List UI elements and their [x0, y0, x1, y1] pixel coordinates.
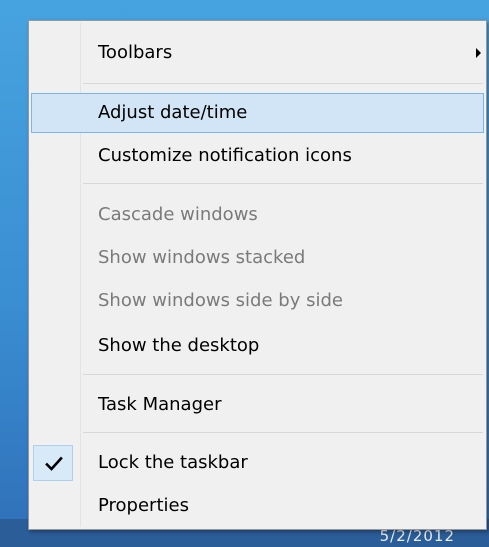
menu-item-show-the-desktop[interactable]: Show the desktop — [31, 326, 484, 366]
menu-item-label: Customize notification icons — [98, 145, 352, 166]
menu-item-adjust-date-time[interactable]: Adjust date/time — [31, 93, 484, 133]
submenu-arrow-icon — [476, 48, 481, 58]
menu-item-show-windows-stacked: Show windows stacked — [31, 238, 484, 278]
menu-item-toolbars[interactable]: Toolbars — [31, 33, 484, 73]
menu-item-label: Lock the taskbar — [98, 452, 248, 473]
menu-item-customize-notification-icons[interactable]: Customize notification icons — [31, 136, 484, 176]
menu-separator — [83, 83, 483, 84]
menu-item-properties[interactable]: Properties — [31, 486, 484, 526]
menu-item-label: Show windows stacked — [98, 247, 306, 268]
menu-separator — [83, 183, 483, 184]
menu-separator — [83, 374, 483, 375]
checkmark-box — [33, 445, 73, 481]
menu-item-cascade-windows: Cascade windows — [31, 195, 484, 235]
taskbar-context-menu: Toolbars Adjust date/time Customize noti… — [28, 20, 487, 530]
menu-item-label: Toolbars — [98, 42, 173, 63]
menu-item-label: Show windows side by side — [98, 290, 343, 311]
menu-item-label: Properties — [98, 495, 189, 516]
menu-item-label: Cascade windows — [98, 204, 258, 225]
checkmark-icon — [45, 456, 63, 471]
menu-item-show-windows-side-by-side: Show windows side by side — [31, 281, 484, 321]
menu-item-task-manager[interactable]: Task Manager — [31, 385, 484, 425]
menu-item-label: Task Manager — [98, 394, 222, 415]
menu-item-label: Adjust date/time — [98, 102, 248, 123]
menu-item-label: Show the desktop — [98, 335, 260, 356]
menu-separator — [83, 432, 483, 433]
menu-item-lock-the-taskbar[interactable]: Lock the taskbar — [31, 443, 484, 483]
